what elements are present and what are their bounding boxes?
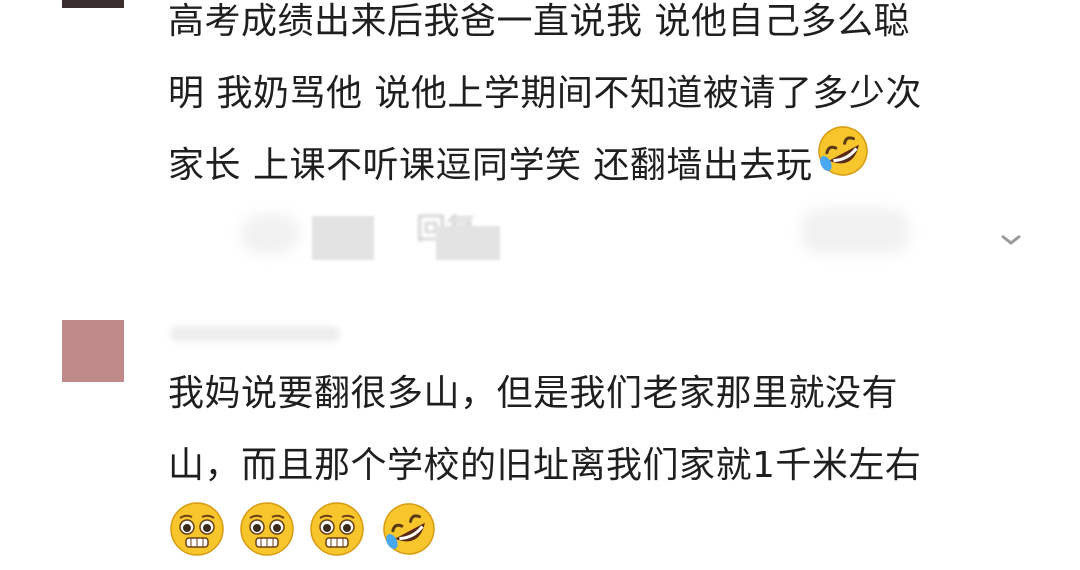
comment-line: 家长 上课不听课逗同学笑 还翻墙出去玩: [168, 125, 922, 203]
username[interactable]: [170, 326, 340, 342]
comment-body: 我妈说要翻很多山，但是我们老家那里就没有 山，而且那个学校的旧址离我们家就1千米…: [168, 358, 921, 570]
comment-line: 高考成绩出来后我爸一直说我 说他自己多么聪: [168, 1, 910, 42]
pleading-face-icon: [308, 500, 366, 570]
comment-thread: 高考成绩出来后我爸一直说我 说他自己多么聪 明 我奶骂他 说他上学期间不知道被请…: [0, 0, 1080, 570]
blurred-region: [800, 208, 910, 254]
like-button[interactable]: [312, 216, 374, 260]
avatar[interactable]: [62, 0, 124, 8]
chevron-down-icon[interactable]: [1000, 234, 1022, 246]
blurred-region: [436, 226, 500, 260]
comment-actions: 回复: [240, 208, 1040, 260]
avatar[interactable]: [62, 320, 124, 382]
blurred-region: [240, 214, 300, 254]
comment-line: 我妈说要翻很多山，但是我们老家那里就没有: [168, 373, 899, 414]
rolling-on-floor-laughing-icon: [812, 124, 874, 203]
emoji-row: [168, 502, 921, 570]
comment-line: 山，而且那个学校的旧址离我们家就1千米左右: [168, 445, 922, 486]
pleading-face-icon: [238, 500, 296, 570]
pleading-face-icon: [168, 500, 226, 570]
rolling-on-floor-laughing-icon: [378, 500, 440, 570]
comment-body: 高考成绩出来后我爸一直说我 说他自己多么聪 明 我奶骂他 说他上学期间不知道被请…: [168, 0, 922, 203]
comment-line: 明 我奶骂他 说他上学期间不知道被请了多少次: [168, 73, 922, 114]
